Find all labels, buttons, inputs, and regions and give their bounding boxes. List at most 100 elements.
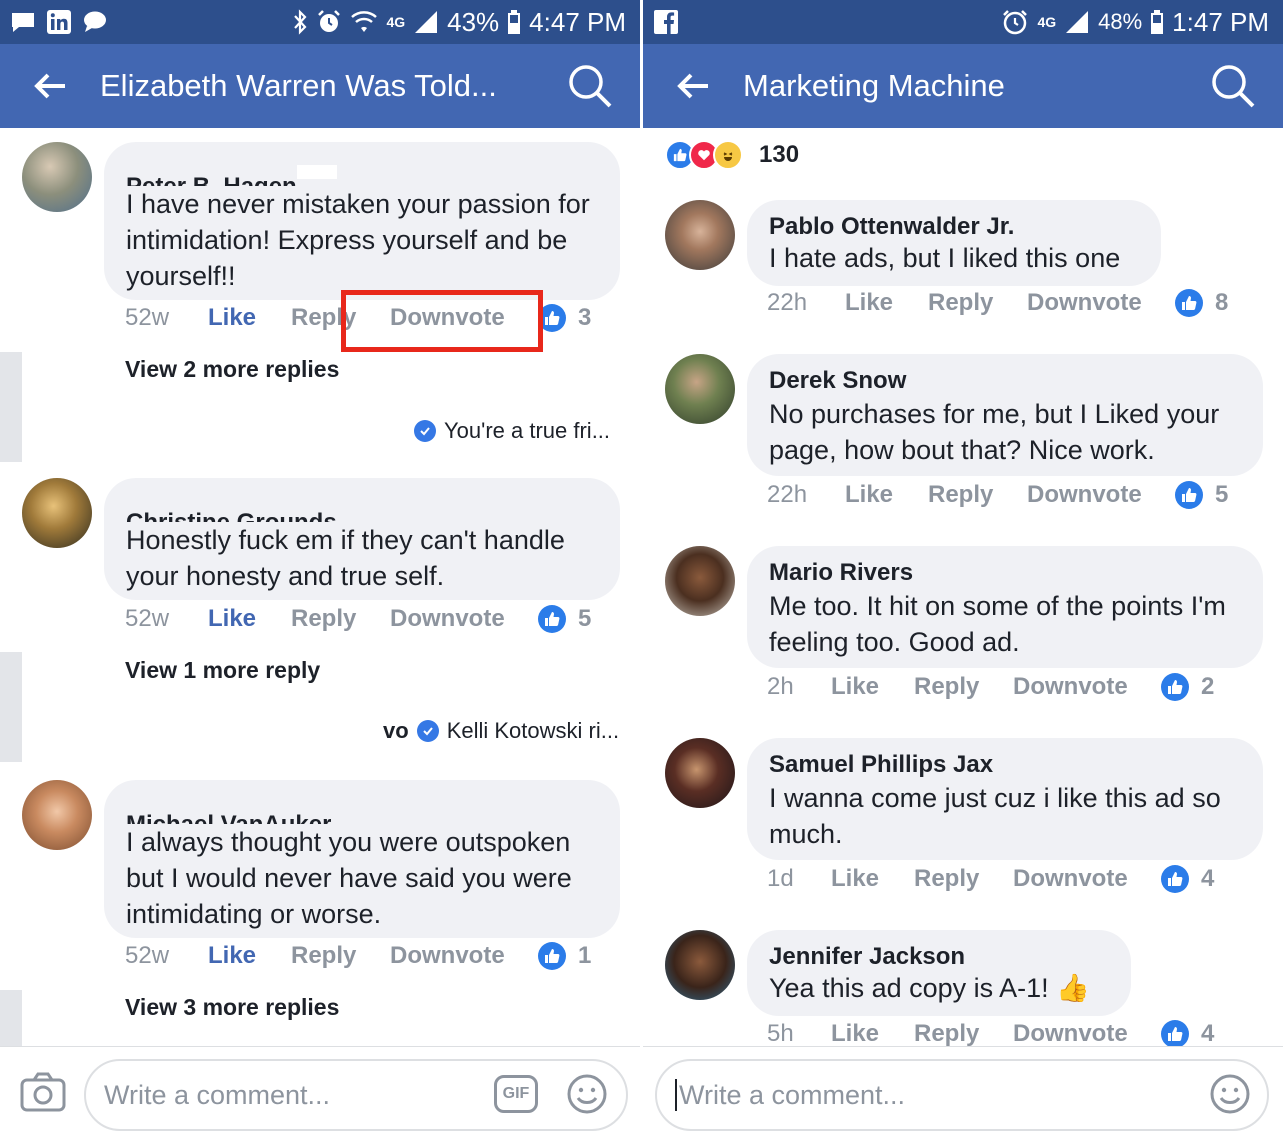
commenter-name[interactable]: Pablo Ottenwalder Jr. [769,212,1139,242]
thumbs-up-icon [1161,865,1189,893]
wifi-icon [350,10,378,34]
reactions-summary[interactable]: 130 [665,140,799,170]
page-title: Marketing Machine [743,68,1005,103]
camera-icon[interactable] [20,1071,66,1113]
comment-timestamp: 52w [125,942,170,969]
reactions-count: 130 [759,141,800,168]
chat-bubble-icon [82,10,108,34]
comment-text: I wanna come just cuz i like this ad so … [769,783,1221,849]
like-count: 5 [538,605,591,633]
comment-input[interactable]: Write a comment... [655,1059,1269,1131]
commenter-name[interactable]: Christine Grounds [126,492,598,522]
search-icon [1212,65,1255,108]
view-more-replies[interactable]: View 2 more replies [125,356,339,383]
bluetooth-icon [292,9,308,35]
smiley-icon[interactable] [566,1073,608,1115]
avatar[interactable] [665,738,735,808]
like-button[interactable]: Like [845,481,928,509]
reply-button[interactable]: Reply [928,481,1027,509]
like-button[interactable]: Like [208,304,291,332]
like-button[interactable]: Like [831,673,914,701]
avatar[interactable] [665,354,735,424]
comment-bubble: Pablo Ottenwalder Jr. I hate ads, but I … [747,200,1161,286]
clock-time: 4:47 PM [529,6,626,37]
search-button[interactable] [1209,62,1257,110]
like-button[interactable]: Like [831,1020,914,1046]
like-button[interactable]: Like [845,289,928,317]
post-title: Elizabeth Warren Was Told... [100,68,497,103]
downvote-button[interactable]: Downvote [390,942,538,970]
comment-bubble: Jennifer Jackson Yea this ad copy is A-1… [747,930,1131,1016]
reply-button[interactable]: Reply [914,865,1013,893]
thumbs-up-icon [1161,1020,1189,1046]
reply-button[interactable]: Reply [928,289,1027,317]
gif-icon[interactable]: GIF [494,1075,538,1113]
reply-button[interactable]: Reply [291,605,390,633]
comment-bubble: Samuel Phillips Jax I wanna come just cu… [747,738,1263,860]
downvote-button[interactable]: Downvote [1027,289,1175,317]
comment-actions: 5h Like Reply Downvote 4 [767,1014,1214,1046]
smiley-icon[interactable] [1209,1073,1251,1115]
downvote-highlight-box [341,290,543,352]
back-button[interactable] [643,44,743,128]
thumbs-up-icon [1161,673,1189,701]
avatar[interactable] [22,142,92,212]
view-more-replies[interactable]: View 1 more reply [125,657,320,684]
thread-line [0,990,22,1046]
avatar[interactable] [665,200,735,270]
like-button[interactable]: Like [208,605,291,633]
alarm-icon [1001,8,1029,36]
thread-line [0,652,22,762]
thumbs-up-icon [1175,289,1203,317]
like-button[interactable]: Like [831,865,914,893]
like-count: 4 [1161,1020,1214,1046]
clock-time: 1:47 PM [1172,6,1269,37]
downvote-button[interactable]: Downvote [390,605,538,633]
comment-text: Me too. It hit on some of the points I'm… [769,591,1226,657]
left-screenshot: 4G 43% 4:47 PM Elizabeth Warren Was Told… [0,0,640,1140]
reply-preview[interactable]: You're a true fri... [414,418,610,444]
reply-preview[interactable]: vo Kelli Kotowski ri... [383,718,619,744]
signal-icon [413,9,439,35]
like-count: 1 [538,942,591,970]
reply-button[interactable]: Reply [914,1020,1013,1046]
comment-input[interactable]: Write a comment... [84,1059,628,1131]
commenter-name[interactable]: Michael VanAuker [126,794,598,824]
like-button[interactable]: Like [208,942,291,970]
battery-percent: 48% [1098,9,1143,34]
thread-line [0,352,22,462]
downvote-button[interactable]: Downvote [1013,865,1161,893]
downvote-button[interactable]: Downvote [1013,673,1161,701]
view-more-replies[interactable]: View 3 more replies [125,994,339,1021]
reply-button[interactable]: Reply [291,942,390,970]
search-button[interactable] [566,62,614,110]
commenter-name[interactable]: Jennifer Jackson [769,942,1109,972]
comment-feed: 130 Pablo Ottenwalder Jr. I hate ads, bu… [643,128,1283,1046]
thumbs-up-icon [1175,481,1203,509]
comment-actions: 52w Like Reply Downvote 1 [125,936,591,976]
avatar[interactable] [665,546,735,616]
comment-text: I hate ads, but I liked this one [769,243,1121,273]
commenter-name[interactable]: Samuel Phillips Jax [769,750,1241,780]
comment-composer: Write a comment... [643,1046,1283,1140]
comment-timestamp: 2h [767,673,794,700]
back-button[interactable] [0,44,100,128]
comment-actions: 2h Like Reply Downvote 2 [767,667,1214,707]
avatar[interactable] [665,930,735,1000]
avatar[interactable] [22,780,92,850]
commenter-name[interactable]: Derek Snow [769,366,1241,396]
comment-actions: 22h Like Reply Downvote 5 [767,475,1228,515]
like-count: 8 [1175,289,1228,317]
downvote-button[interactable]: Downvote [1027,481,1175,509]
comment-feed: Peter B. Hagen I have never mistaken you… [0,128,640,1046]
avatar[interactable] [22,478,92,548]
commenter-name[interactable]: Mario Rivers [769,558,1241,588]
reply-button[interactable]: Reply [914,673,1013,701]
downvote-button[interactable]: Downvote [1013,1020,1161,1046]
search-icon [569,65,612,108]
check-badge-icon [414,420,436,442]
commenter-name[interactable]: Peter B. Hagen [126,156,598,186]
comment-text: Yea this ad copy is A-1! 👍 [769,973,1090,1003]
comment-timestamp: 22h [767,481,808,508]
thumbs-up-icon [538,605,566,633]
